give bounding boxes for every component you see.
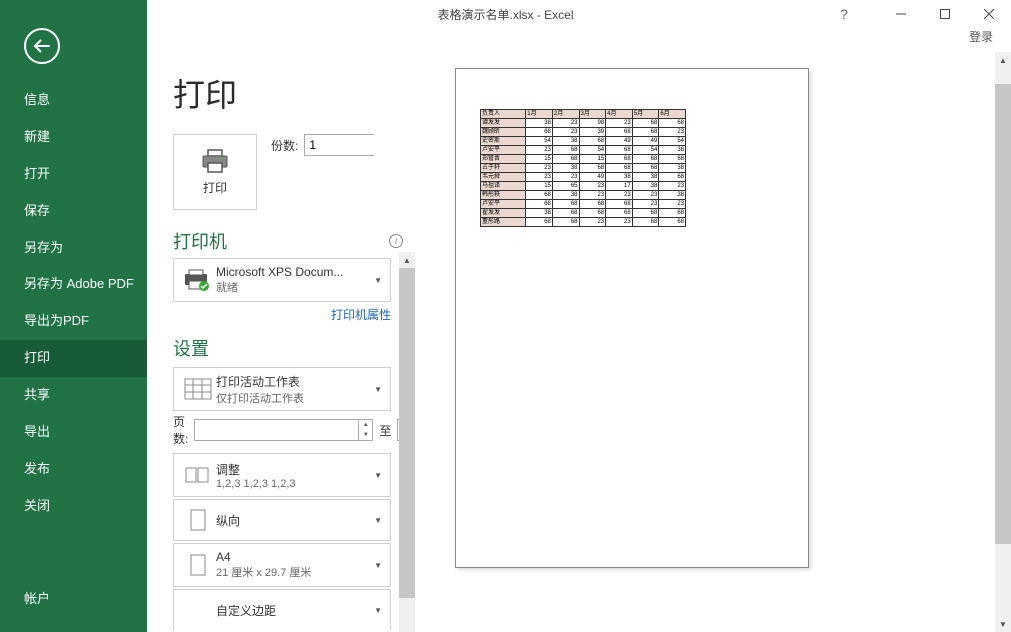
sidebar-item[interactable]: 打印: [0, 340, 147, 377]
paper-icon: [180, 549, 216, 581]
preview-table: 负责人1月2月3月4月5月6月谭发发382398236868魏顾昕6823396…: [480, 109, 686, 227]
sidebar-item[interactable]: 共享: [0, 377, 147, 414]
help-icon[interactable]: ?: [829, 6, 859, 22]
sidebar-item[interactable]: 新建: [0, 119, 147, 156]
margins-icon: [180, 594, 216, 626]
printer-select[interactable]: Microsoft XPS Docum... 就绪 ▼: [173, 258, 391, 302]
collate-icon: [180, 459, 216, 491]
scroll-up-icon[interactable]: ▲: [399, 252, 415, 268]
margins-select[interactable]: 自定义边距 ▼: [173, 589, 391, 630]
chevron-down-icon: ▼: [372, 471, 384, 480]
printer-status-icon: [180, 264, 216, 296]
preview-scrollbar[interactable]: ▲ ▼: [995, 52, 1011, 632]
copies-spinner[interactable]: ▲ ▼: [304, 134, 374, 156]
print-button[interactable]: 打印: [173, 134, 257, 210]
chevron-down-icon: ▼: [372, 276, 384, 285]
sidebar-item[interactable]: 导出为PDF: [0, 303, 147, 340]
orientation-title: 纵向: [216, 512, 372, 529]
print-area-sub: 仅打印活动工作表: [216, 390, 372, 406]
print-options-panel: 打印 打印 份数: ▲ ▼: [147, 52, 415, 632]
margins-title: 自定义边距: [216, 602, 372, 619]
print-button-label: 打印: [203, 179, 227, 196]
worksheet-icon: [180, 373, 216, 405]
collate-sub: 1,2,3 1,2,3 1,2,3: [216, 478, 372, 490]
printer-properties-link[interactable]: 打印机属性: [173, 306, 391, 323]
minimize-button[interactable]: [879, 0, 923, 28]
pages-from-input[interactable]: ▲▼: [194, 419, 373, 441]
sidebar-item[interactable]: 关闭: [0, 488, 147, 525]
printer-icon: [201, 149, 229, 173]
sidebar-item[interactable]: 发布: [0, 451, 147, 488]
page-title: 打印: [173, 70, 407, 116]
paper-sub: 21 厘米 x 29.7 厘米: [216, 564, 372, 580]
paper-size-select[interactable]: A4 21 厘米 x 29.7 厘米 ▼: [173, 543, 391, 587]
chevron-down-icon: ▼: [372, 606, 384, 615]
window-title: 表格演示名单.xlsx - Excel: [437, 6, 573, 23]
titlebar: 表格演示名单.xlsx - Excel ?: [0, 0, 1011, 28]
printer-name: Microsoft XPS Docum...: [216, 265, 372, 279]
page-preview: 负责人1月2月3月4月5月6月谭发发382398236868魏顾昕6823396…: [455, 68, 809, 568]
pages-label: 页数:: [173, 413, 188, 447]
close-button[interactable]: [967, 0, 1011, 28]
pages-to-label: 至: [379, 422, 391, 439]
maximize-button[interactable]: [923, 0, 967, 28]
print-area-select[interactable]: 打印活动工作表 仅打印活动工作表 ▼: [173, 367, 391, 411]
sidebar-item-account[interactable]: 帐户: [0, 581, 147, 618]
titlebar-controls: ?: [829, 0, 1011, 28]
printer-section-title: 打印机: [173, 228, 227, 254]
chevron-down-icon: ▼: [372, 516, 384, 525]
sidebar-item[interactable]: 打开: [0, 156, 147, 193]
scroll-down-icon[interactable]: ▼: [995, 616, 1011, 632]
copies-label: 份数:: [271, 137, 298, 154]
printer-status: 就绪: [216, 279, 372, 295]
sidebar-item[interactable]: 另存为: [0, 230, 147, 267]
backstage-sidebar: 信息新建打开保存另存为另存为 Adobe PDF导出为PDF打印共享导出发布关闭…: [0, 0, 147, 632]
print-preview-panel: 负责人1月2月3月4月5月6月谭发发382398236868魏顾昕6823396…: [415, 52, 1011, 632]
options-scrollbar[interactable]: ▲: [399, 252, 415, 632]
chevron-down-icon: ▼: [372, 385, 384, 394]
orientation-select[interactable]: 纵向 ▼: [173, 499, 391, 541]
sidebar-item[interactable]: 信息: [0, 82, 147, 119]
collate-select[interactable]: 调整 1,2,3 1,2,3 1,2,3 ▼: [173, 453, 391, 497]
sidebar-item[interactable]: 保存: [0, 193, 147, 230]
portrait-icon: [180, 504, 216, 536]
chevron-down-icon: ▼: [372, 561, 384, 570]
print-area-title: 打印活动工作表: [216, 373, 372, 390]
login-link[interactable]: 登录: [0, 28, 1011, 52]
back-button[interactable]: [24, 28, 60, 64]
copies-input[interactable]: [305, 135, 415, 155]
settings-section-title: 设置: [173, 335, 407, 361]
sidebar-item[interactable]: 导出: [0, 414, 147, 451]
collate-title: 调整: [216, 461, 372, 478]
paper-title: A4: [216, 550, 372, 564]
info-icon[interactable]: i: [389, 234, 403, 248]
sidebar-item[interactable]: 另存为 Adobe PDF: [0, 266, 147, 303]
scroll-up-icon[interactable]: ▲: [995, 52, 1011, 68]
